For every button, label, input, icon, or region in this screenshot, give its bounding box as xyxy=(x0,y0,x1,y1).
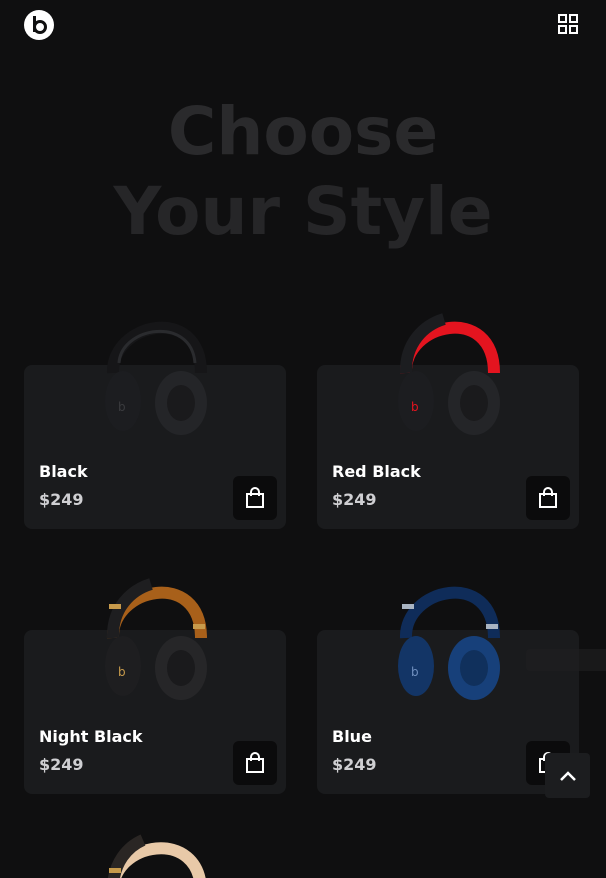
title-line-1: Choose xyxy=(167,93,439,170)
product-price: $249 xyxy=(39,490,84,509)
shopping-bag-icon xyxy=(539,487,557,508)
svg-text:b: b xyxy=(118,400,126,414)
headphones-image-blue: b xyxy=(398,586,500,700)
shopping-bag-icon xyxy=(246,487,264,508)
add-to-cart-button[interactable] xyxy=(233,476,277,520)
svg-text:b: b xyxy=(411,400,419,414)
product-name: Blue xyxy=(332,727,372,746)
add-to-cart-button[interactable] xyxy=(526,476,570,520)
headphones-image-black: b xyxy=(105,321,207,435)
chevron-up-icon xyxy=(559,770,576,781)
svg-text:b: b xyxy=(411,665,419,679)
product-price: $249 xyxy=(332,755,377,774)
grid-icon xyxy=(558,14,578,34)
headphones-image-red-black: b xyxy=(398,313,500,435)
headphones-image-partial xyxy=(107,834,206,878)
product-name: Night Black xyxy=(39,727,143,746)
ghost-tag xyxy=(526,649,606,671)
beats-logo-icon xyxy=(24,10,54,40)
menu-button[interactable] xyxy=(557,13,579,35)
product-price: $249 xyxy=(332,490,377,509)
scroll-top-button[interactable] xyxy=(545,753,590,798)
product-name: Black xyxy=(39,462,88,481)
shopping-bag-icon xyxy=(246,752,264,773)
product-price: $249 xyxy=(39,755,84,774)
title-line-2: Your Style xyxy=(113,173,493,250)
svg-text:b: b xyxy=(118,665,126,679)
page-title: Choose Your Style xyxy=(0,92,606,252)
product-name: Red Black xyxy=(332,462,421,481)
add-to-cart-button[interactable] xyxy=(233,741,277,785)
headphones-image-night-black: b xyxy=(105,578,207,700)
beats-logo[interactable] xyxy=(24,10,54,40)
